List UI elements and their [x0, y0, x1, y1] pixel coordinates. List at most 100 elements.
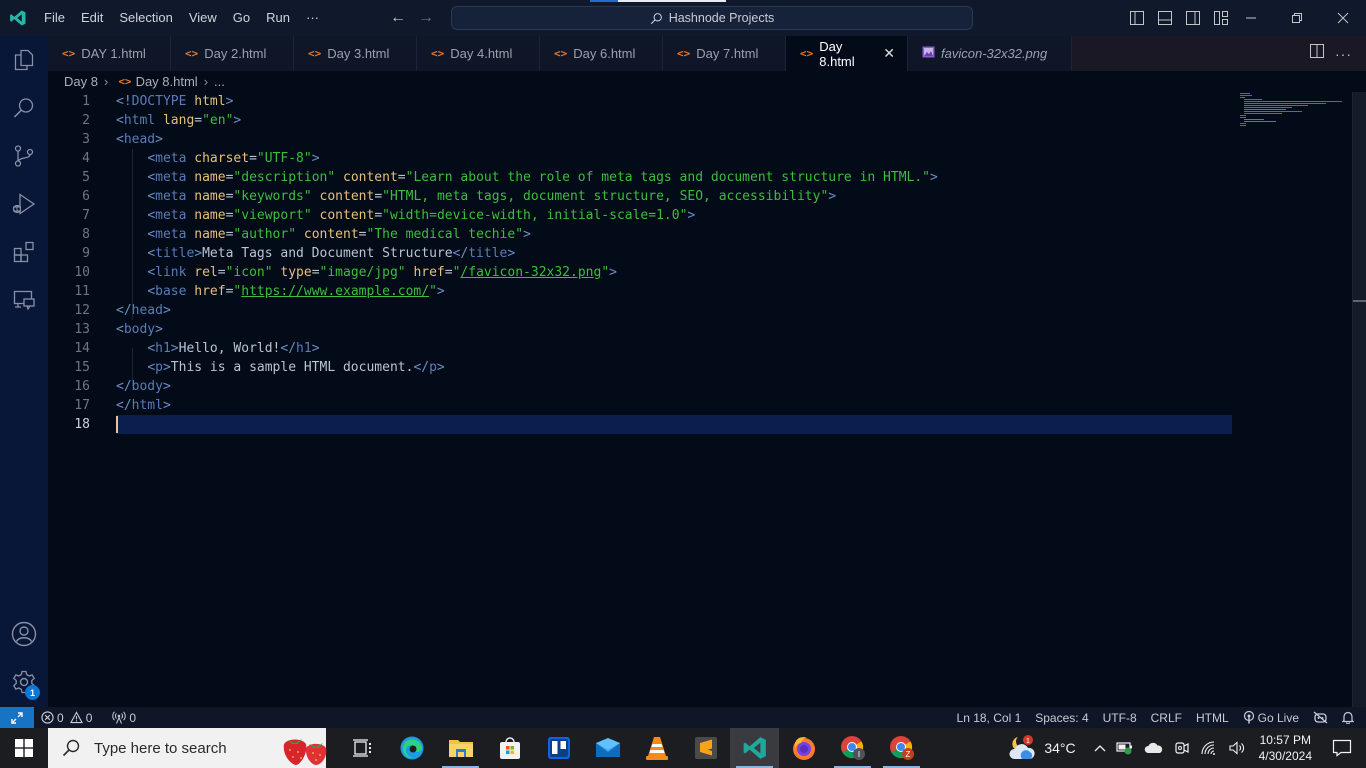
code-line[interactable]: <p>This is a sample HTML document.</p> — [116, 358, 1232, 377]
minimize-icon[interactable] — [1228, 0, 1274, 36]
code-line[interactable]: <meta name="viewport" content="width=dev… — [116, 206, 1232, 225]
accounts-icon[interactable] — [0, 610, 48, 658]
tab-day-8-html[interactable]: <> Day 8.html ✕ — [786, 36, 908, 71]
extensions-icon[interactable] — [0, 228, 48, 276]
run-debug-icon[interactable] — [0, 180, 48, 228]
tab-day-6-html[interactable]: <> Day 6.html — [540, 36, 663, 71]
chrome-profile-1-icon[interactable]: I — [828, 728, 877, 768]
close-tab-icon[interactable]: ✕ — [883, 45, 895, 62]
code-line[interactable] — [116, 415, 1232, 434]
line-number: 18 — [74, 417, 90, 432]
meet-now-camera-icon[interactable] — [1169, 728, 1195, 768]
tab-day-7-html[interactable]: <> Day 7.html — [663, 36, 786, 71]
toggle-secondary-sidebar-icon[interactable] — [1182, 7, 1204, 29]
wifi-icon[interactable] — [1195, 728, 1223, 768]
more-actions-icon[interactable]: ··· — [1335, 46, 1352, 62]
code-line[interactable]: <h1>Hello, World!</h1> — [116, 339, 1232, 358]
minimap[interactable] — [1240, 92, 1350, 132]
tab-day-2-html[interactable]: <> Day 2.html — [171, 36, 294, 71]
menu-selection[interactable]: Selection — [111, 0, 180, 36]
notifications-bell-icon[interactable] — [1335, 707, 1366, 728]
code-line[interactable]: </html> — [116, 396, 1232, 415]
menu-bar: File Edit Selection View Go Run ··· — [36, 0, 327, 36]
source-control-icon[interactable] — [0, 132, 48, 180]
indentation[interactable]: Spaces: 4 — [1028, 707, 1095, 728]
close-window-icon[interactable] — [1320, 0, 1366, 36]
tab-label: Day 8.html — [819, 38, 855, 69]
battery-charging-icon[interactable] — [1111, 728, 1139, 768]
breadcrumb-symbol[interactable]: ... — [214, 74, 225, 89]
task-view-icon[interactable] — [338, 728, 387, 768]
menu-go[interactable]: Go — [225, 0, 258, 36]
file-explorer-icon[interactable] — [436, 728, 485, 768]
notification-center-icon[interactable] — [1320, 728, 1366, 768]
code-line[interactable]: <body> — [116, 320, 1232, 339]
restore-icon[interactable] — [1274, 0, 1320, 36]
trello-icon[interactable] — [534, 728, 583, 768]
toggle-primary-sidebar-icon[interactable] — [1126, 7, 1148, 29]
taskbar-search-box[interactable]: Type here to search — [48, 728, 327, 768]
menu-view[interactable]: View — [181, 0, 225, 36]
line-number-gutter: 1 2 3 4 5 6 7 8 9 10 11 12 13 14 15 16 17 18 — [48, 92, 108, 434]
menu-run[interactable]: Run — [258, 0, 298, 36]
vlc-icon[interactable] — [632, 728, 681, 768]
copilot-disabled-icon[interactable] — [1306, 707, 1335, 728]
volume-speaker-icon[interactable] — [1223, 728, 1251, 768]
explorer-icon[interactable] — [0, 36, 48, 84]
code-line[interactable]: <meta name="keywords" content="HTML, met… — [116, 187, 1232, 206]
breadcrumb-folder[interactable]: Day 8 — [64, 74, 98, 89]
tab-day-1-html[interactable]: <> DAY 1.html — [48, 36, 171, 71]
chrome-profile-2-icon[interactable]: Z — [877, 728, 926, 768]
code-line[interactable]: <base href="https://www.example.com/"> — [116, 282, 1232, 301]
remote-indicator-icon[interactable] — [0, 707, 34, 728]
menu-file[interactable]: File — [36, 0, 73, 36]
show-hidden-icons-chevron-up-icon[interactable] — [1089, 728, 1111, 768]
forward-arrow-icon[interactable]: → — [418, 9, 434, 27]
tab-day-4-html[interactable]: <> Day 4.html — [417, 36, 540, 71]
code-line[interactable]: <!DOCTYPE html> — [116, 92, 1232, 111]
menu-edit[interactable]: Edit — [73, 0, 111, 36]
code-line[interactable]: <meta charset="UTF-8"> — [116, 149, 1232, 168]
code-line[interactable]: <html lang="en"> — [116, 111, 1232, 130]
encoding[interactable]: UTF-8 — [1096, 707, 1144, 728]
code-lines[interactable]: <!DOCTYPE html> <html lang="en"> <head> <m… — [116, 92, 1232, 434]
command-center[interactable]: Hashnode Projects — [451, 6, 973, 30]
edge-browser-icon[interactable] — [387, 728, 436, 768]
back-arrow-icon[interactable]: ← — [390, 9, 406, 27]
split-editor-icon[interactable] — [1309, 43, 1325, 64]
ports-indicator[interactable]: 0 — [105, 707, 143, 728]
firefox-icon[interactable] — [779, 728, 828, 768]
svg-text:1: 1 — [1026, 738, 1030, 745]
remote-explorer-icon[interactable] — [0, 276, 48, 324]
cursor-position[interactable]: Ln 18, Col 1 — [950, 707, 1029, 728]
code-line[interactable]: <title>Meta Tags and Document Structure<… — [116, 244, 1232, 263]
onedrive-cloud-icon[interactable] — [1139, 728, 1169, 768]
code-line[interactable]: <head> — [116, 130, 1232, 149]
code-editor[interactable]: 1 2 3 4 5 6 7 8 9 10 11 12 13 14 15 16 17 18 <!DOCTYPE ht… — [48, 92, 1366, 707]
search-placeholder: Type here to search — [94, 739, 227, 757]
windows-start-icon[interactable] — [0, 728, 48, 768]
tab-favicon-32x32-png[interactable]: favicon-32x32.png — [908, 36, 1072, 71]
menu-more[interactable]: ··· — [298, 0, 327, 36]
code-line[interactable]: </head> — [116, 301, 1232, 320]
vscode-taskbar-icon[interactable] — [730, 728, 779, 768]
code-line[interactable]: </body> — [116, 377, 1232, 396]
go-live-button[interactable]: Go Live — [1236, 707, 1306, 728]
code-line[interactable]: <meta name="description" content="Learn … — [116, 168, 1232, 187]
code-line[interactable]: <meta name="author" content="The medical… — [116, 225, 1232, 244]
tab-day-3-html[interactable]: <> Day 3.html — [294, 36, 417, 71]
search-icon[interactable] — [0, 84, 48, 132]
end-of-line[interactable]: CRLF — [1144, 707, 1189, 728]
settings-gear-icon[interactable]: 1 — [0, 658, 48, 706]
problems-indicator[interactable]: 0 0 — [34, 707, 99, 728]
microsoft-store-icon[interactable] — [485, 728, 534, 768]
sublime-text-icon[interactable] — [681, 728, 730, 768]
taskbar-clock[interactable]: 10:57 PM 4/30/2024 — [1251, 732, 1320, 764]
breadcrumb-file[interactable]: Day 8.html — [136, 74, 198, 89]
vertical-scrollbar[interactable] — [1352, 92, 1366, 707]
code-line[interactable]: <link rel="icon" type="image/jpg" href="… — [116, 263, 1232, 282]
weather-widget[interactable]: 1 34°C — [1003, 728, 1080, 768]
language-mode[interactable]: HTML — [1189, 707, 1236, 728]
mail-icon[interactable] — [583, 728, 632, 768]
toggle-panel-icon[interactable] — [1154, 7, 1176, 29]
